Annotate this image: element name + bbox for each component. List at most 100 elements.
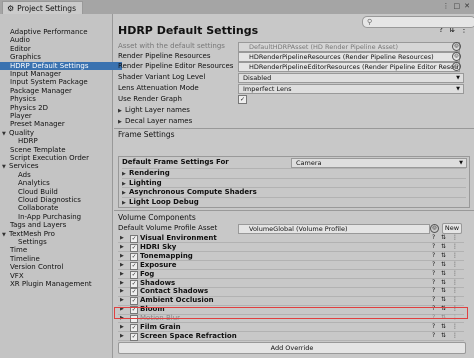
override-checkbox[interactable]: ✓ <box>130 332 138 341</box>
render-res-field[interactable]: HDRenderPipelineResources (Render Pipeli… <box>238 52 460 62</box>
override-menu-icons[interactable]: ? ⇅ ⋮ <box>432 261 460 269</box>
sidebar-item-label: XR Plugin Management <box>10 280 92 288</box>
sidebar-item[interactable]: Editor <box>0 45 122 53</box>
decal-layer-foldout[interactable]: ▶ Decal Layer names <box>118 117 192 126</box>
override-menu-icons[interactable]: ? ⇅ ⋮ <box>432 234 460 242</box>
override-checkbox[interactable]: ✓ <box>130 270 138 279</box>
chevron-down-icon[interactable]: ▼ <box>2 231 9 238</box>
object-picker-icon[interactable]: ◎ <box>430 224 439 233</box>
sidebar-item[interactable]: Physics 2D <box>0 104 122 112</box>
chevron-right-icon[interactable]: ▶ <box>120 323 127 331</box>
override-menu-icons[interactable]: ? ⇅ ⋮ <box>432 270 460 278</box>
light-layer-foldout[interactable]: ▶ Light Layer names <box>118 106 190 115</box>
override-menu-icons[interactable]: ? ⇅ ⋮ <box>432 332 460 340</box>
frame-section-foldout[interactable]: ▶ Light Loop Debug <box>122 196 466 207</box>
override-menu-icons[interactable]: ? ⇅ ⋮ <box>432 252 460 260</box>
sidebar-item-label: Version Control <box>10 263 64 272</box>
sidebar-item[interactable]: Player <box>0 112 122 120</box>
chevron-right-icon[interactable]: ▶ <box>120 252 127 260</box>
override-label: Contact Shadows <box>140 287 209 296</box>
menu-icon[interactable]: ⋮ <box>443 2 450 10</box>
sidebar-item[interactable]: Preset Manager <box>0 120 122 128</box>
volume-override-item[interactable]: ▶ ✓ Screen Space Refraction ? ⇅ ⋮ <box>118 332 464 342</box>
sidebar-item[interactable]: Scene Template <box>0 146 122 154</box>
chevron-right-icon[interactable]: ▶ <box>120 287 127 295</box>
lens-att-dropdown[interactable]: Imperfect Lens ▼ <box>238 84 464 94</box>
chevron-right-icon[interactable]: ▶ <box>120 279 127 287</box>
new-profile-button[interactable]: New <box>442 223 462 234</box>
chevron-right-icon[interactable]: ▶ <box>120 261 127 269</box>
sidebar-item[interactable]: ▼ Quality <box>0 129 114 137</box>
sidebar-item[interactable]: HDRP Default Settings <box>0 61 122 70</box>
sidebar-item[interactable]: Physics <box>0 95 122 103</box>
object-picker-icon[interactable]: ◎ <box>452 62 461 71</box>
sidebar-item[interactable]: Timeline <box>0 255 122 263</box>
sidebar-item-label: Graphics <box>10 53 41 62</box>
add-override-button[interactable]: Add Override <box>118 342 466 354</box>
chevron-down-icon[interactable]: ▼ <box>2 163 9 170</box>
frame-section-foldout[interactable]: ▶ Asynchronous Compute Shaders <box>122 187 466 197</box>
override-menu-icons[interactable]: ? ⇅ ⋮ <box>432 279 460 287</box>
sidebar-item[interactable]: Settings <box>0 238 130 246</box>
sidebar-item[interactable]: Input Manager <box>0 70 122 78</box>
sidebar-item[interactable]: Tags and Layers <box>0 221 122 229</box>
sidebar-item[interactable]: ▼ Services <box>0 162 114 170</box>
override-menu-icons[interactable]: ? ⇅ ⋮ <box>432 323 460 331</box>
override-checkbox[interactable]: ✓ <box>130 324 138 332</box>
sidebar-item[interactable]: ▼ TextMesh Pro <box>0 230 114 238</box>
override-checkbox[interactable]: ✓ <box>130 235 138 243</box>
render-editor-res-label: Render Pipeline Editor Resources <box>118 62 234 70</box>
window-tab[interactable]: ⚙ Project Settings <box>2 1 83 15</box>
chevron-down-icon: ▼ <box>459 160 463 166</box>
sidebar-item[interactable]: Time <box>0 246 122 254</box>
override-checkbox[interactable]: ✓ <box>130 288 138 297</box>
override-checkbox[interactable]: ✓ <box>130 243 138 252</box>
close-icon[interactable]: ✕ <box>464 2 470 10</box>
chevron-right-icon[interactable]: ▶ <box>120 270 127 278</box>
override-checkbox[interactable]: ✓ <box>130 279 138 288</box>
maximize-icon[interactable]: □ <box>454 2 461 10</box>
sidebar-item[interactable]: Collaborate <box>0 204 130 212</box>
sidebar-item[interactable]: XR Plugin Management <box>0 280 122 288</box>
override-menu-icons[interactable]: ? ⇅ ⋮ <box>432 296 460 304</box>
chevron-right-icon[interactable]: ▶ <box>120 332 127 340</box>
sidebar-item[interactable]: In-App Purchasing <box>0 213 130 221</box>
sidebar-item[interactable]: Adaptive Performance <box>0 28 122 36</box>
sidebar-item[interactable]: VFX <box>0 272 122 280</box>
frame-section-label: Lighting <box>129 178 162 187</box>
frame-settings-for-value: Camera <box>296 159 322 167</box>
sidebar-item[interactable]: Cloud Build <box>0 188 130 196</box>
render-graph-checkbox[interactable]: ✓ <box>238 95 247 104</box>
volume-header: Volume Components <box>118 213 196 222</box>
sidebar-item[interactable]: Version Control <box>0 263 122 271</box>
frame-section-label: Asynchronous Compute Shaders <box>129 188 257 196</box>
sidebar-item[interactable]: Package Manager <box>0 87 122 95</box>
chevron-right-icon[interactable]: ▶ <box>120 296 127 304</box>
frame-section-foldout[interactable]: ▶ Rendering <box>122 168 466 178</box>
sidebar-item-label: Settings <box>18 238 47 246</box>
volume-profile-field[interactable]: VolumeGlobal (Volume Profile) <box>238 224 430 234</box>
override-checkbox[interactable]: ✓ <box>130 261 138 270</box>
shader-log-dropdown[interactable]: Disabled ▼ <box>238 73 464 83</box>
frame-settings-for-dropdown[interactable]: Camera ▼ <box>291 158 467 168</box>
chevron-down-icon[interactable]: ▼ <box>2 130 9 137</box>
object-picker-icon: ◎ <box>452 42 461 51</box>
sidebar-item[interactable]: Analytics <box>0 179 130 187</box>
object-picker-icon[interactable]: ◎ <box>452 52 461 61</box>
sidebar-item[interactable]: Script Execution Order <box>0 154 122 162</box>
frame-section-foldout[interactable]: ▶ Lighting <box>122 177 466 188</box>
sidebar-item[interactable]: Input System Package <box>0 78 122 86</box>
override-menu-icons[interactable]: ? ⇅ ⋮ <box>432 243 460 251</box>
override-menu-icons[interactable]: ? ⇅ ⋮ <box>432 287 460 295</box>
chevron-right-icon[interactable]: ▶ <box>120 243 127 251</box>
sidebar-item[interactable]: Ads <box>0 171 130 179</box>
render-editor-res-field[interactable]: HDRenderPipelineEditorResources (Render … <box>238 62 460 72</box>
sidebar-item[interactable]: Graphics <box>0 53 122 61</box>
sidebar-item[interactable]: HDRP <box>0 137 130 145</box>
sidebar-item[interactable]: Cloud Diagnostics <box>0 196 130 204</box>
chevron-right-icon[interactable]: ▶ <box>120 234 127 242</box>
override-checkbox[interactable]: ✓ <box>130 297 138 306</box>
sidebar-item[interactable]: Audio <box>0 36 122 44</box>
override-checkbox[interactable]: ✓ <box>130 252 138 261</box>
search-input[interactable]: ⚲ <box>362 16 474 28</box>
